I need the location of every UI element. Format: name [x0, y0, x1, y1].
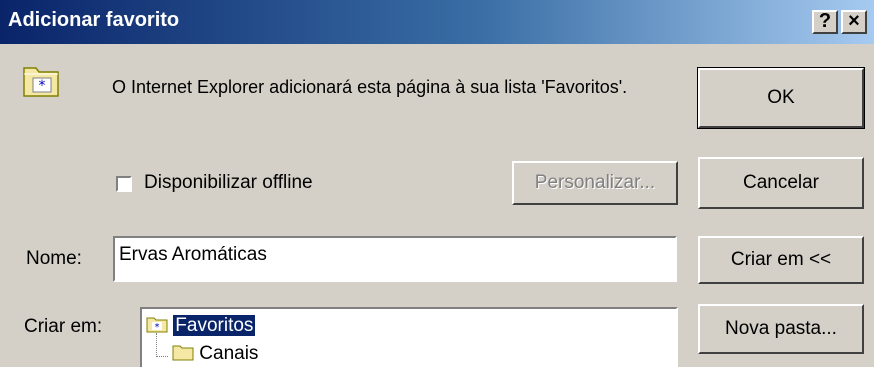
- svg-text:*: *: [155, 322, 160, 333]
- window-title: Adicionar favorito: [8, 9, 180, 31]
- tree-item-favoritos[interactable]: * Favoritos: [146, 315, 256, 337]
- tree-item-label: Favoritos: [173, 315, 256, 336]
- folder-icon: [172, 345, 194, 361]
- folder-tree[interactable]: * Favoritos Canais: [140, 307, 678, 367]
- offline-label[interactable]: Disponibilizar offline: [144, 172, 313, 194]
- tree-item-label: Canais: [199, 343, 259, 364]
- ok-button[interactable]: OK: [697, 67, 865, 129]
- svg-text:*: *: [39, 78, 46, 94]
- tree-item-canais[interactable]: Canais: [172, 343, 258, 365]
- new-folder-label: Nova pasta...: [725, 318, 837, 339]
- create-in-label: Criar em <<: [730, 249, 832, 270]
- tree-connector-h: [156, 356, 168, 357]
- favorites-folder-icon: *: [146, 317, 168, 333]
- ok-label: OK: [767, 87, 795, 108]
- info-message: O Internet Explorer adicionará esta pági…: [112, 77, 628, 97]
- close-button[interactable]: ×: [841, 10, 867, 34]
- customize-button[interactable]: Personalizar...: [512, 161, 678, 205]
- create-in-field-label: Criar em:: [24, 316, 103, 337]
- cancel-button[interactable]: Cancelar: [698, 157, 864, 209]
- title-bar: Adicionar favorito ? ×: [0, 0, 874, 44]
- help-button[interactable]: ?: [812, 10, 838, 34]
- favorites-folder-icon: *: [22, 60, 62, 100]
- customize-label: Personalizar...: [534, 172, 656, 193]
- new-folder-button[interactable]: Nova pasta...: [698, 304, 864, 354]
- close-icon: ×: [848, 10, 860, 32]
- help-icon: ?: [818, 10, 832, 32]
- offline-checkbox[interactable]: [116, 176, 132, 192]
- cancel-label: Cancelar: [742, 172, 820, 193]
- name-label: Nome:: [26, 248, 82, 269]
- create-in-button[interactable]: Criar em <<: [698, 236, 864, 284]
- name-input[interactable]: Ervas Aromáticas: [113, 236, 677, 282]
